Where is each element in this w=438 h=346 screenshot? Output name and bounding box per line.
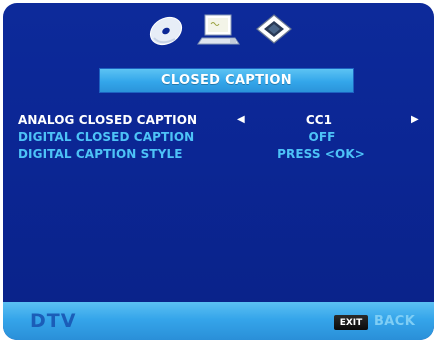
menu-item-label: ANALOG CLOSED CAPTION [18,113,198,127]
menu-item-label: DIGITAL CAPTION STYLE [18,147,183,161]
back-label: BACK [374,314,416,329]
tab-computer[interactable] [196,11,242,49]
osd-screen: CLOSED CAPTION ANALOG CLOSED CAPTION ◀ C… [3,3,434,340]
footer-bar: DTV EXIT BACK [3,302,434,340]
menu-item-value: CC1 [305,113,333,127]
menu-item-digital-closed-caption[interactable]: DIGITAL CLOSED CAPTION OFF [18,129,433,145]
page-title-bar: CLOSED CAPTION [99,68,354,93]
tab-disc[interactable] [143,11,189,49]
menu-item-analog-closed-caption[interactable]: ANALOG CLOSED CAPTION ◀ CC1 ▶ [18,112,433,128]
menu-item-label: DIGITAL CLOSED CAPTION [18,130,195,144]
arrow-right-icon[interactable]: ▶ [411,112,419,128]
arrow-left-icon[interactable]: ◀ [237,112,245,128]
page-title: CLOSED CAPTION [161,73,292,88]
menu-item-value: PRESS <OK> [277,147,365,161]
disc-icon [145,12,187,48]
exit-key-icon[interactable]: EXIT [334,315,368,330]
source-mode-label: DTV [30,310,77,332]
menu-item-value: OFF [308,130,336,144]
menu-item-digital-caption-style[interactable]: DIGITAL CAPTION STYLE PRESS <OK> [18,146,433,162]
computer-icon [197,12,241,48]
monitor-icon [254,12,294,48]
tab-monitor[interactable] [251,11,297,49]
